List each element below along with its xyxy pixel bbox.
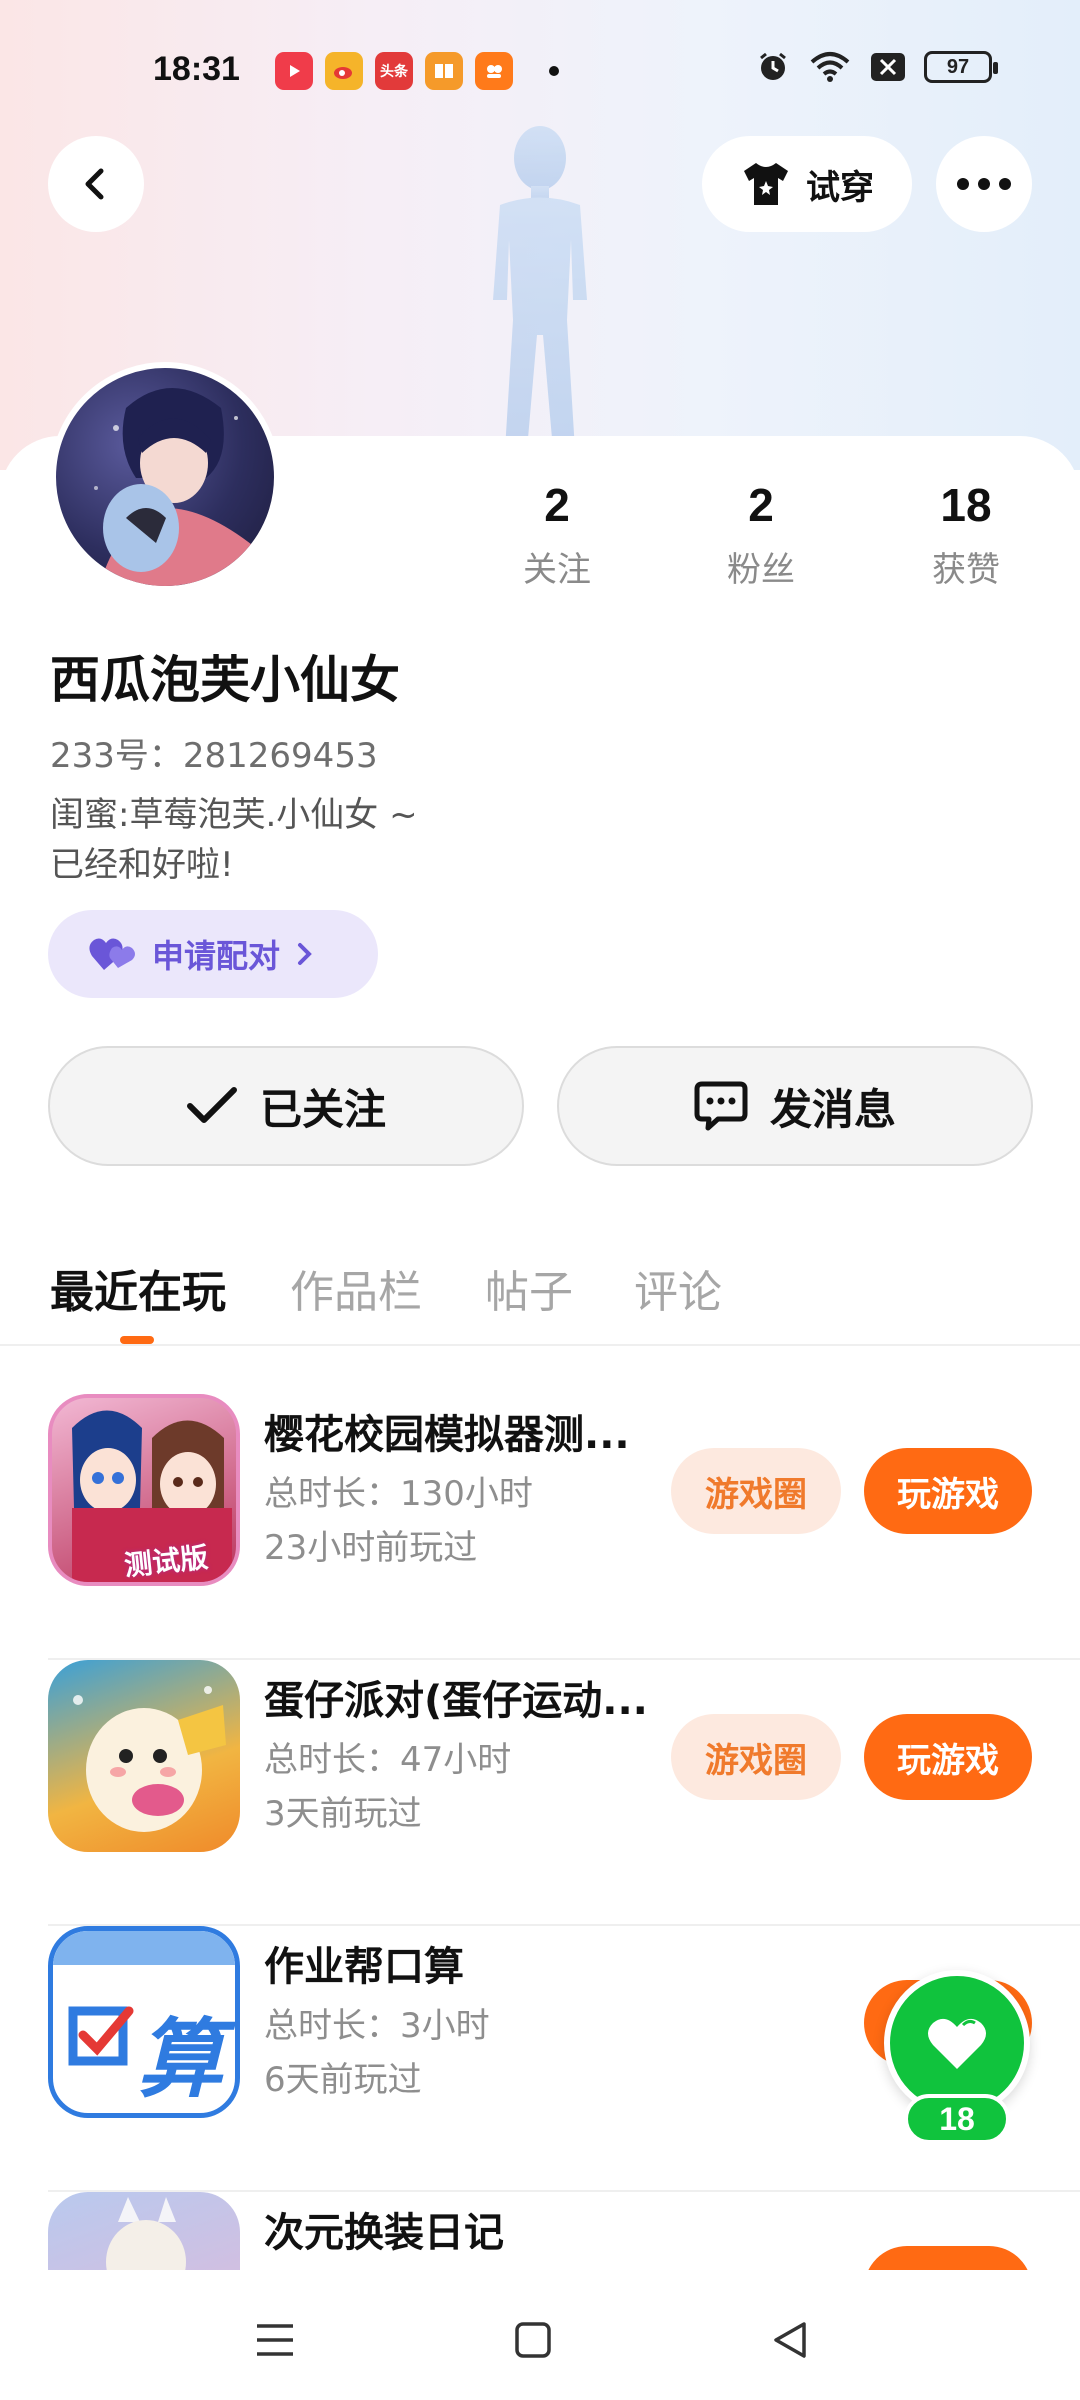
homework-math-icon: 算	[48, 1926, 240, 2118]
followed-button[interactable]: 已关注	[48, 1046, 524, 1166]
checkbox-mark-icon	[68, 2006, 134, 2066]
game-title: 次元换装日记	[264, 2210, 504, 2256]
profile-tabs: 最近在玩 作品栏 帖子 评论	[0, 1240, 1080, 1346]
likes-count: 18	[940, 479, 992, 531]
likes-label: 获赞	[932, 550, 1000, 590]
calc-glyph: 算	[137, 2010, 223, 2110]
tab-posts[interactable]: 帖子	[485, 1256, 573, 1320]
tab-comments[interactable]: 评论	[634, 1256, 722, 1320]
wifi-icon	[810, 52, 850, 82]
weibo-app-icon	[325, 52, 363, 90]
system-icons: 97	[756, 50, 998, 84]
square-icon	[515, 2322, 551, 2358]
status-time: 18:31	[153, 50, 240, 88]
toutiao-label: 头条	[380, 64, 408, 80]
reader-app-icon	[425, 52, 463, 90]
followers-label: 粉丝	[727, 550, 795, 590]
play-game-button[interactable]	[864, 2246, 1032, 2270]
try-on-label: 试穿	[806, 167, 874, 208]
system-back-button[interactable]	[760, 2310, 820, 2370]
game-list-item[interactable]: 蛋仔派对(蛋仔运动... 总时长：47小时 3天前玩过 游戏圈 玩游戏	[0, 1660, 1080, 1926]
user-avatar[interactable]	[50, 362, 280, 592]
mall-app-icon	[475, 52, 513, 90]
game-duration: 总时长：47小时	[264, 1740, 512, 1780]
followers-stat[interactable]: 2 粉丝	[691, 478, 831, 591]
game-list-item[interactable]: 次元换装日记	[0, 2192, 1080, 2270]
tshirt-icon	[744, 163, 788, 205]
play-game-button[interactable]: 玩游戏	[864, 1448, 1032, 1534]
chat-bubble-icon	[694, 1081, 748, 1131]
chevron-left-icon	[85, 168, 104, 200]
chevron-right-icon	[298, 943, 312, 965]
game-art	[73, 1686, 226, 1832]
eggy-party-icon	[48, 1660, 240, 1852]
more-notifications-dot	[549, 66, 559, 76]
followed-label: 已关注	[259, 1084, 386, 1134]
followers-count: 2	[748, 479, 774, 531]
user-bio: 闺蜜:草莓泡芙.小仙女 ~ 已经和好啦!	[50, 790, 418, 890]
sakura-school-icon: 测试版	[48, 1394, 240, 1586]
tab-recently-played[interactable]: 最近在玩	[50, 1256, 226, 1320]
home-button[interactable]	[503, 2310, 563, 2370]
battery-indicator: 97	[924, 51, 998, 83]
game-title: 蛋仔派对(蛋仔运动...	[264, 1678, 648, 1724]
try-on-button[interactable]: 试穿	[702, 136, 912, 232]
game-title: 作业帮口算	[264, 1944, 464, 1990]
recent-apps-button[interactable]	[245, 2310, 305, 2370]
play-game-button[interactable]: 玩游戏	[864, 1714, 1032, 1800]
game-title: 樱花校园模拟器测...	[264, 1412, 630, 1458]
request-pairing-button[interactable]: 申请配对	[48, 910, 378, 998]
dress-up-diary-icon	[48, 2192, 240, 2270]
back-button[interactable]	[48, 136, 144, 232]
bio-line: 已经和好啦!	[50, 845, 234, 885]
game-last-played: 6天前玩过	[264, 2060, 422, 2100]
game-circle-button[interactable]: 游戏圈	[671, 1448, 841, 1534]
tab-works[interactable]: 作品栏	[290, 1256, 422, 1320]
menu-icon	[257, 2324, 293, 2356]
game-duration: 总时长：130小时	[264, 1474, 533, 1514]
more-dots-icon	[957, 178, 1011, 190]
system-nav-bar	[0, 2270, 1080, 2400]
game-duration: 总时长：3小时	[264, 2006, 490, 2046]
status-bar: 18:31 头条 97	[0, 0, 1080, 140]
following-label: 关注	[523, 550, 591, 590]
toutiao-app-icon: 头条	[375, 52, 413, 90]
game-circle-button[interactable]: 游戏圈	[671, 1714, 841, 1800]
game-art	[106, 2197, 186, 2270]
bio-line: 闺蜜:草莓泡芙.小仙女 ~	[50, 795, 418, 835]
game-last-played: 23小时前玩过	[264, 1528, 478, 1568]
check-icon	[186, 1087, 237, 1123]
triangle-back-icon	[774, 2322, 806, 2358]
following-stat[interactable]: 2 关注	[487, 478, 627, 591]
heart-icon	[928, 2018, 986, 2069]
3d-avatar-figure	[493, 126, 587, 450]
username: 西瓜泡芙小仙女	[50, 651, 400, 709]
user-id: 233号：281269453	[50, 736, 378, 776]
notification-icons: 头条	[275, 52, 559, 90]
send-message-button[interactable]: 发消息	[557, 1046, 1033, 1166]
following-count: 2	[544, 479, 570, 531]
likes-stat[interactable]: 18 获赞	[896, 478, 1036, 591]
game-list-item[interactable]: 测试版 樱花校园模拟器测... 总时长：130小时 23小时前玩过 游戏圈 玩游…	[0, 1394, 1080, 1660]
no-signal-icon	[871, 53, 905, 81]
like-count-badge: 18	[904, 2094, 1010, 2144]
game-last-played: 3天前玩过	[264, 1794, 422, 1834]
message-label: 发消息	[769, 1084, 896, 1134]
pairing-label: 申请配对	[152, 937, 281, 975]
active-tab-indicator	[120, 1336, 154, 1344]
alarm-icon	[760, 52, 786, 80]
double-heart-icon	[89, 938, 135, 970]
more-options-button[interactable]	[936, 136, 1032, 232]
battery-level: 97	[946, 55, 970, 78]
video-app-icon	[275, 52, 313, 90]
